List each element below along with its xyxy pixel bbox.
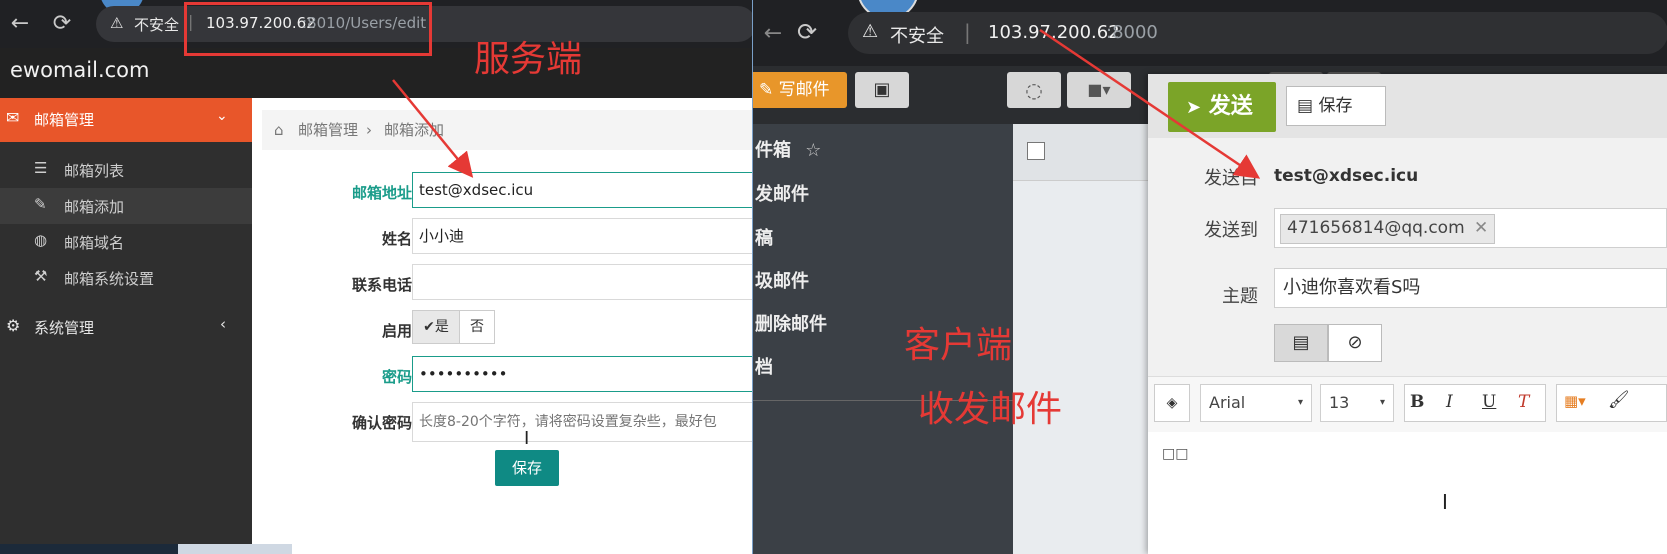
client-arrow [1039, 28, 1261, 179]
annotation-arrows [392, 28, 1261, 179]
server-arrow [392, 79, 474, 178]
